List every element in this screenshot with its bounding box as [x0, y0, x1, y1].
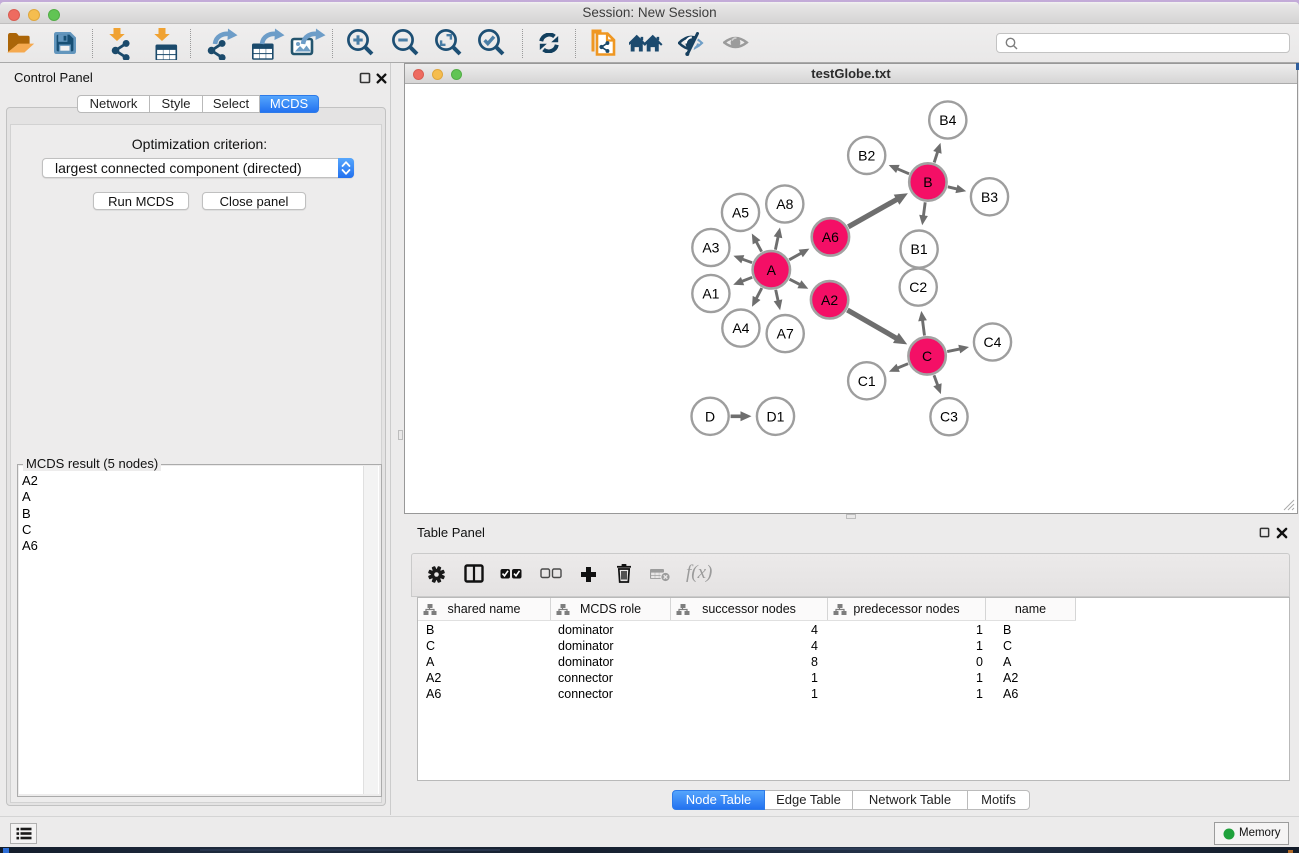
svg-text:A3: A3 — [702, 240, 719, 256]
svg-text:A4: A4 — [732, 320, 749, 336]
svg-text:A: A — [767, 262, 777, 278]
svg-text:A7: A7 — [777, 326, 794, 342]
svg-text:A5: A5 — [732, 204, 749, 220]
svg-text:C3: C3 — [940, 409, 958, 425]
svg-text:B: B — [923, 174, 932, 190]
svg-text:B1: B1 — [911, 241, 928, 257]
svg-text:C4: C4 — [984, 334, 1002, 350]
svg-text:A2: A2 — [821, 292, 838, 308]
svg-text:D1: D1 — [767, 408, 785, 424]
svg-text:A8: A8 — [776, 196, 793, 212]
svg-text:C2: C2 — [909, 279, 927, 295]
svg-text:B4: B4 — [939, 112, 956, 128]
svg-text:D: D — [705, 408, 715, 424]
svg-text:C: C — [922, 348, 932, 364]
svg-text:C1: C1 — [858, 373, 876, 389]
svg-text:B3: B3 — [981, 189, 998, 205]
svg-text:B2: B2 — [858, 147, 875, 163]
svg-text:A1: A1 — [702, 286, 719, 302]
svg-text:A6: A6 — [822, 229, 839, 245]
